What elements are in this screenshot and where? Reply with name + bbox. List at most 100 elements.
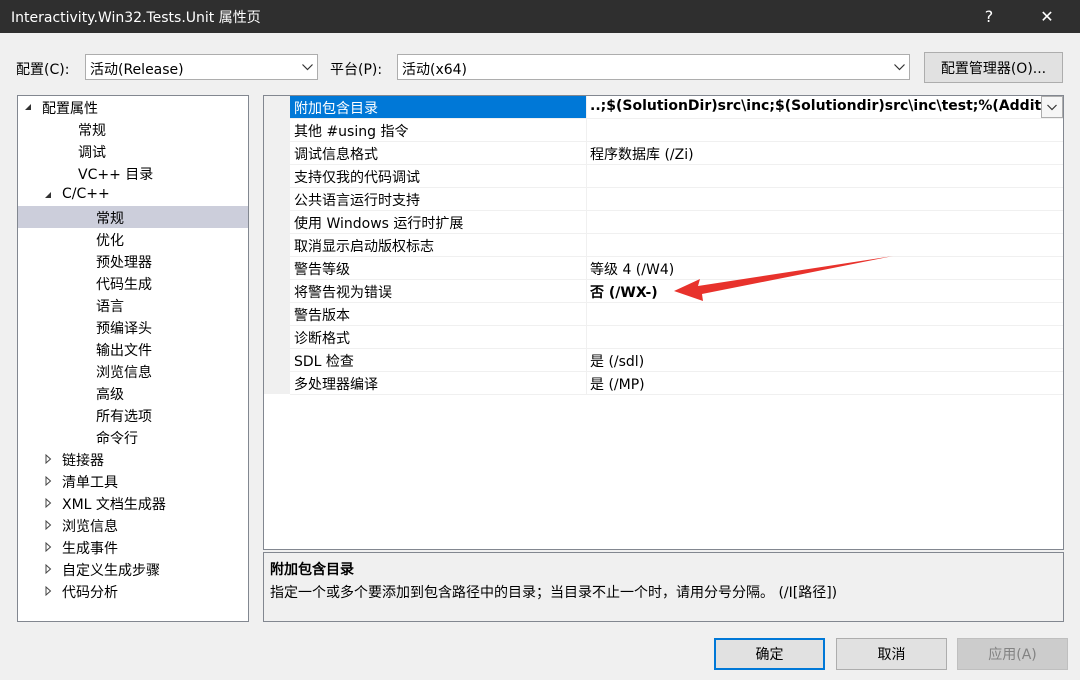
property-row[interactable]: 多处理器编译 是 (/MP)	[290, 372, 1063, 395]
tree-item[interactable]: 预处理器	[18, 250, 248, 272]
tree-item[interactable]: 命令行	[18, 426, 248, 448]
tree-item[interactable]: 配置属性	[18, 96, 248, 118]
property-name-cell[interactable]: 使用 Windows 运行时扩展	[290, 211, 587, 233]
help-button[interactable]: ?	[966, 0, 1012, 33]
property-name-cell[interactable]: 警告版本	[290, 303, 587, 325]
tree-item[interactable]: 预编译头	[18, 316, 248, 338]
tree-expanded-icon[interactable]	[22, 101, 34, 113]
property-row[interactable]: 公共语言运行时支持	[290, 188, 1063, 211]
config-combo[interactable]: 活动(Release)	[85, 54, 318, 80]
platform-combo-value: 活动(x64)	[402, 62, 468, 78]
property-value-cell[interactable]: 是 (/MP)	[587, 372, 1063, 394]
value-dropdown-button[interactable]	[1041, 96, 1063, 118]
property-name-cell[interactable]: 将警告视为错误	[290, 280, 587, 302]
tree-item[interactable]: C/C++	[18, 184, 248, 206]
tree-item[interactable]: 浏览信息	[18, 514, 248, 536]
description-pane: 附加包含目录 指定一个或多个要添加到包含路径中的目录；当目录不止一个时，请用分号…	[263, 552, 1064, 622]
tree-collapsed-icon[interactable]	[42, 585, 54, 597]
ok-button[interactable]: 确定	[714, 638, 825, 670]
property-value-cell[interactable]: 等级 4 (/W4)	[587, 257, 1063, 279]
grid-category-gutter	[264, 96, 290, 394]
property-value-cell[interactable]	[587, 234, 1063, 256]
cancel-button[interactable]: 取消	[836, 638, 947, 670]
property-value-cell[interactable]: 是 (/sdl)	[587, 349, 1063, 371]
property-value-cell[interactable]	[587, 303, 1063, 325]
tree-item[interactable]: 浏览信息	[18, 360, 248, 382]
property-value: 是 (/sdl)	[590, 354, 645, 370]
tree-item[interactable]: 自定义生成步骤	[18, 558, 248, 580]
tree-item[interactable]: 调试	[18, 140, 248, 162]
tree-item[interactable]: 常规	[18, 118, 248, 140]
property-value-cell[interactable]	[587, 165, 1063, 187]
property-name-cell[interactable]: 其他 #using 指令	[290, 119, 587, 141]
tree-item[interactable]: 清单工具	[18, 470, 248, 492]
property-name-cell[interactable]: 多处理器编译	[290, 372, 587, 394]
property-value-cell[interactable]	[587, 119, 1063, 141]
property-row[interactable]: 使用 Windows 运行时扩展	[290, 211, 1063, 234]
property-row[interactable]: 警告等级 等级 4 (/W4)	[290, 257, 1063, 280]
property-name: 诊断格式	[294, 331, 350, 347]
property-value-cell[interactable]: ..;$(SolutionDir)src\inc;$(Solutiondir)s…	[587, 96, 1041, 118]
tree-collapsed-icon[interactable]	[42, 475, 54, 487]
property-name: 公共语言运行时支持	[294, 193, 420, 209]
tree-item[interactable]: 优化	[18, 228, 248, 250]
property-row[interactable]: 附加包含目录 ..;$(SolutionDir)src\inc;$(Solutio…	[290, 96, 1063, 119]
property-name-cell[interactable]: 取消显示启动版权标志	[290, 234, 587, 256]
property-name: 取消显示启动版权标志	[294, 239, 434, 255]
property-name-cell[interactable]: 附加包含目录	[290, 96, 587, 118]
property-row[interactable]: 支持仅我的代码调试	[290, 165, 1063, 188]
tree-item[interactable]: 代码分析	[18, 580, 248, 602]
property-value: 程序数据库 (/Zi)	[590, 147, 694, 163]
property-row[interactable]: 取消显示启动版权标志	[290, 234, 1063, 257]
tree-item[interactable]: 生成事件	[18, 536, 248, 558]
platform-combo[interactable]: 活动(x64)	[397, 54, 910, 80]
tree-item[interactable]: 语言	[18, 294, 248, 316]
property-value-cell[interactable]: 程序数据库 (/Zi)	[587, 142, 1063, 164]
property-name-cell[interactable]: SDL 检查	[290, 349, 587, 371]
tree-item-label: 优化	[96, 233, 124, 249]
property-row[interactable]: 调试信息格式 程序数据库 (/Zi)	[290, 142, 1063, 165]
property-name-cell[interactable]: 支持仅我的代码调试	[290, 165, 587, 187]
property-row[interactable]: 其他 #using 指令	[290, 119, 1063, 142]
property-name: 调试信息格式	[294, 147, 378, 163]
tree-collapsed-icon[interactable]	[42, 453, 54, 465]
tree-collapsed-icon[interactable]	[42, 497, 54, 509]
property-row[interactable]: SDL 检查 是 (/sdl)	[290, 349, 1063, 372]
tree-item[interactable]: 链接器	[18, 448, 248, 470]
property-name-cell[interactable]: 调试信息格式	[290, 142, 587, 164]
tree-item-label: 清单工具	[62, 475, 118, 491]
property-value: 是 (/MP)	[590, 377, 645, 393]
close-button[interactable]: ✕	[1024, 0, 1070, 33]
description-text: 指定一个或多个要添加到包含路径中的目录；当目录不止一个时，请用分号分隔。 (/I…	[270, 585, 838, 601]
property-name-cell[interactable]: 公共语言运行时支持	[290, 188, 587, 210]
property-value-cell[interactable]	[587, 326, 1063, 348]
property-name: 支持仅我的代码调试	[294, 170, 420, 186]
property-value-cell[interactable]	[587, 188, 1063, 210]
tree-item[interactable]: 代码生成	[18, 272, 248, 294]
property-row[interactable]: 诊断格式	[290, 326, 1063, 349]
tree-item-label: 代码生成	[96, 277, 152, 293]
tree-item-label: 代码分析	[62, 585, 118, 601]
property-value: ..;$(SolutionDir)src\inc;$(Solutiondir)s…	[590, 98, 1041, 114]
property-value-cell[interactable]	[587, 211, 1063, 233]
tree-item[interactable]: XML 文档生成器	[18, 492, 248, 514]
tree-item[interactable]: VC++ 目录	[18, 162, 248, 184]
tree-item[interactable]: 所有选项	[18, 404, 248, 426]
tree-collapsed-icon[interactable]	[42, 541, 54, 553]
property-name-cell[interactable]: 警告等级	[290, 257, 587, 279]
property-name-cell[interactable]: 诊断格式	[290, 326, 587, 348]
tree-item[interactable]: 高级	[18, 382, 248, 404]
property-name: SDL 检查	[294, 354, 354, 370]
config-manager-button[interactable]: 配置管理器(O)...	[924, 52, 1063, 83]
property-value-cell[interactable]: 否 (/WX-)	[587, 280, 1063, 302]
tree-item[interactable]: 输出文件	[18, 338, 248, 360]
tree-collapsed-icon[interactable]	[42, 563, 54, 575]
tree-expanded-icon[interactable]	[42, 189, 54, 201]
apply-button[interactable]: 应用(A)	[957, 638, 1068, 670]
description-title: 附加包含目录	[270, 562, 354, 578]
tree-item[interactable]: 常规	[18, 206, 248, 228]
property-row[interactable]: 警告版本	[290, 303, 1063, 326]
apply-label: 应用(A)	[988, 647, 1037, 663]
property-row[interactable]: 将警告视为错误 否 (/WX-)	[290, 280, 1063, 303]
tree-collapsed-icon[interactable]	[42, 519, 54, 531]
